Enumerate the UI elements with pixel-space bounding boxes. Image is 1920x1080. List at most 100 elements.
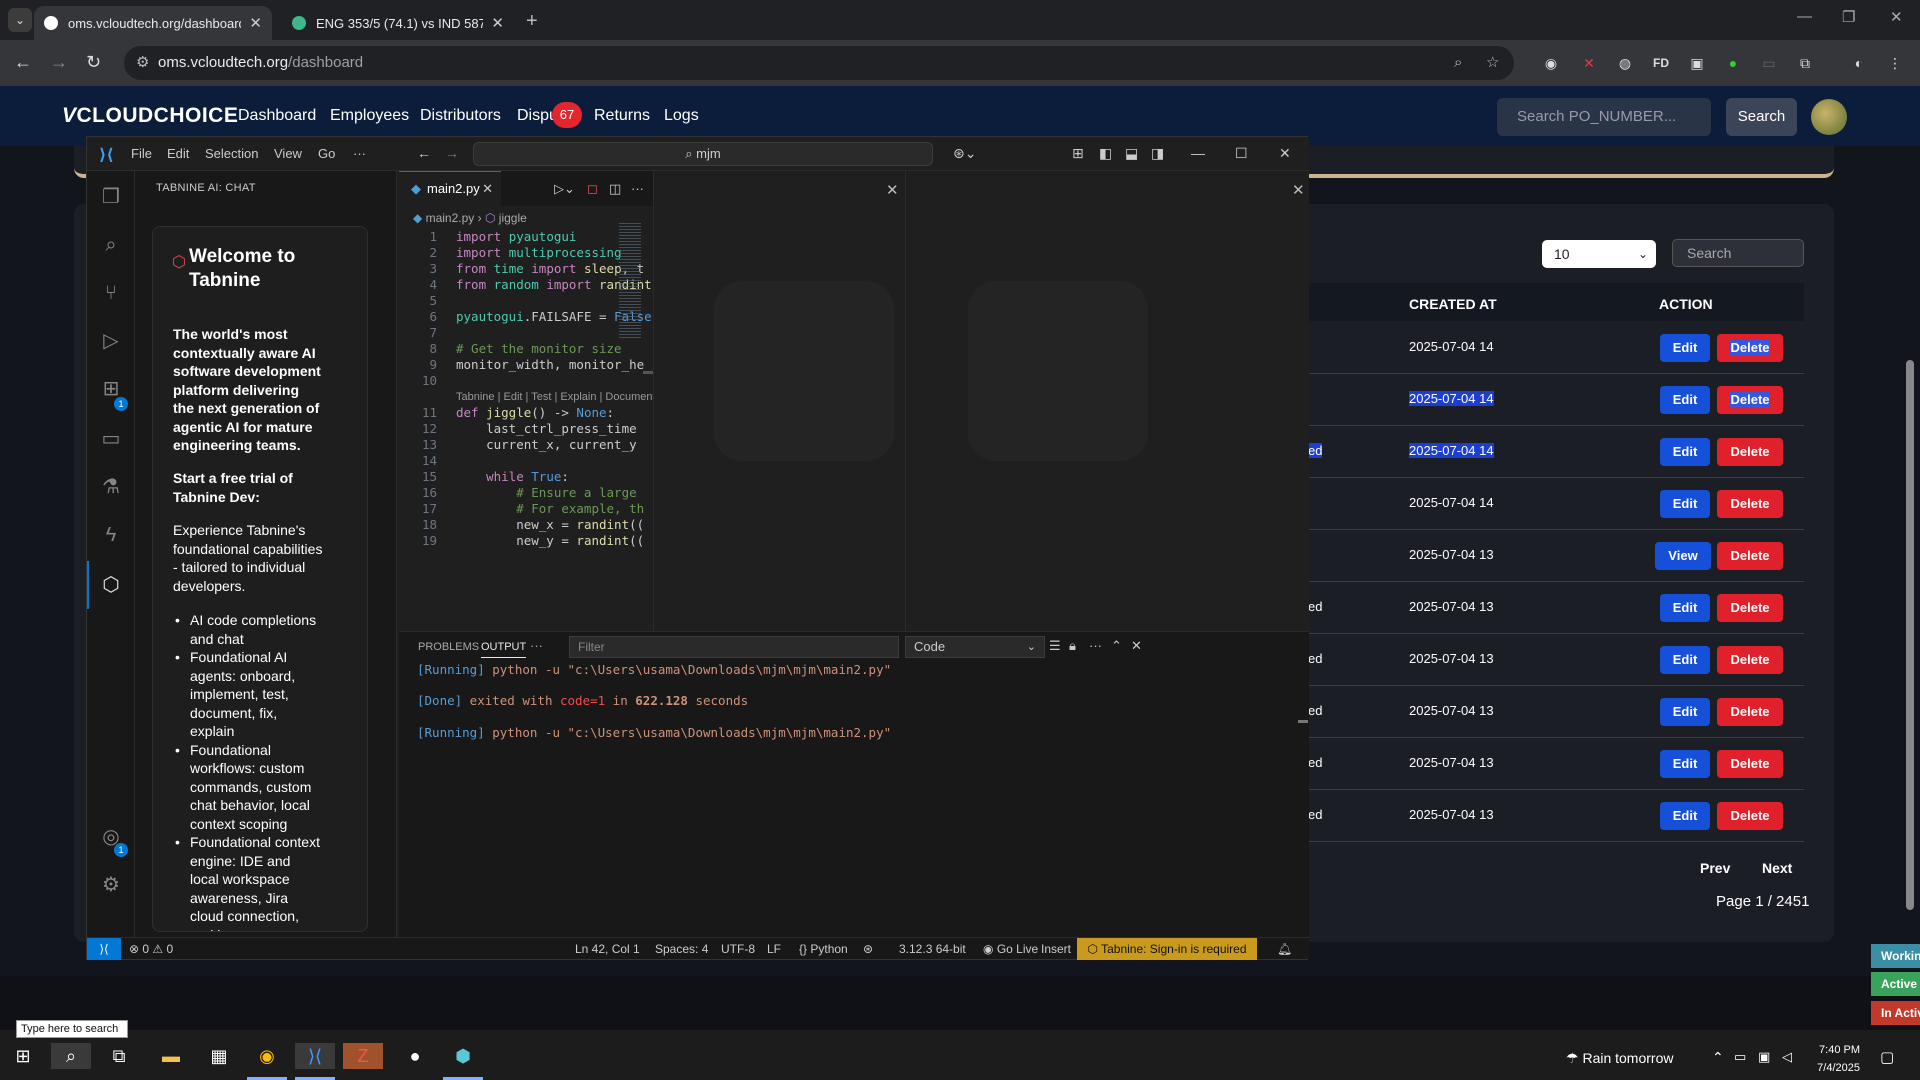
- tabnine-codelens[interactable]: Tabnine | Edit | Test | Explain | Docume…: [456, 391, 653, 403]
- editor-mode[interactable]: Insert: [1041, 942, 1071, 956]
- close-pane-icon[interactable]: ✕: [886, 181, 899, 199]
- vscode-maximize-icon[interactable]: ☐: [1235, 145, 1248, 162]
- extension-shield-icon[interactable]: ●: [1722, 52, 1744, 74]
- breadcrumb-file[interactable]: main2.py: [426, 211, 475, 225]
- delete-button[interactable]: Delete: [1717, 490, 1783, 518]
- browser-tab-cricket[interactable]: ENG 353/5 (74.1) vs IND 587 (Ja ✕: [282, 6, 514, 40]
- more-actions-icon[interactable]: ···: [631, 181, 644, 196]
- remote-indicator-icon[interactable]: ⟩⟨: [87, 938, 121, 960]
- page-scrollbar[interactable]: [1906, 360, 1914, 910]
- new-tab-plus-icon[interactable]: +: [526, 10, 538, 33]
- delete-button[interactable]: Delete: [1717, 802, 1783, 830]
- edit-button[interactable]: Edit: [1660, 698, 1710, 726]
- menu-selection[interactable]: Selection: [205, 146, 258, 161]
- split-editor-icon[interactable]: ◫: [609, 181, 621, 197]
- extension-x-icon[interactable]: ✕: [1578, 52, 1600, 74]
- tab-search-chevron-icon[interactable]: ⌄: [8, 8, 32, 32]
- source-control-icon[interactable]: ⑂: [99, 281, 123, 305]
- nav-forward-icon[interactable]: →: [445, 145, 459, 161]
- extensions-puzzle-icon[interactable]: ⧉: [1794, 52, 1816, 74]
- nav-returns[interactable]: Returns: [594, 107, 650, 125]
- encoding-status[interactable]: UTF-8: [721, 942, 755, 956]
- extension-glasses-icon[interactable]: ◉: [1540, 52, 1562, 74]
- status-badge-inactive[interactable]: In Active: [1871, 1001, 1920, 1025]
- zoom-taskbar-icon[interactable]: Z: [343, 1043, 383, 1069]
- testing-flask-icon[interactable]: ⚗: [99, 475, 123, 499]
- weather-widget[interactable]: ☂ Rain tomorrow: [1566, 1050, 1673, 1067]
- po-search-button[interactable]: Search: [1726, 98, 1797, 136]
- run-debug-icon[interactable]: ▷: [99, 329, 123, 353]
- delete-button[interactable]: Delete: [1717, 334, 1783, 362]
- status-badge-working[interactable]: Working: [1871, 944, 1920, 968]
- panel-actions-icon[interactable]: ···: [1089, 638, 1102, 653]
- edit-button[interactable]: Edit: [1660, 594, 1710, 622]
- menu-view[interactable]: View: [274, 146, 302, 161]
- delete-button[interactable]: Delete: [1717, 386, 1783, 414]
- view-button[interactable]: View: [1655, 542, 1711, 570]
- close-tab-icon[interactable]: ✕: [249, 14, 262, 32]
- cursor-position[interactable]: Ln 42, Col 1: [575, 942, 640, 956]
- minimize-icon[interactable]: —: [1797, 8, 1812, 25]
- volume-icon[interactable]: ◁: [1782, 1049, 1792, 1065]
- task-view-icon[interactable]: ⧉: [106, 1043, 132, 1069]
- clock-date[interactable]: 7/4/2025: [1800, 1062, 1860, 1074]
- tabnine-icon[interactable]: ⬡: [99, 573, 123, 597]
- profile-icon[interactable]: ◐: [1848, 52, 1870, 74]
- editor-scrollbar[interactable]: [643, 371, 653, 374]
- tab-output[interactable]: OUTPUT: [481, 641, 527, 658]
- customize-layout-icon[interactable]: ⊞: [1072, 145, 1084, 162]
- maximize-panel-icon[interactable]: ⌃: [1111, 638, 1122, 654]
- menu-edit[interactable]: Edit: [167, 146, 189, 161]
- tabnine-status[interactable]: ⬡ Tabnine: Sign-in is required: [1077, 938, 1257, 960]
- stop-icon[interactable]: ◻: [587, 181, 598, 197]
- manage-gear-icon[interactable]: ⚙: [99, 873, 123, 897]
- cloudchoice-logo[interactable]: VCLOUDCHOICE: [62, 104, 238, 128]
- run-python-icon[interactable]: ▷⌄: [554, 181, 575, 197]
- edit-button[interactable]: Edit: [1660, 386, 1710, 414]
- extension-box-icon[interactable]: ▭: [1758, 52, 1780, 74]
- tray-chevron-icon[interactable]: ⌃: [1712, 1049, 1724, 1066]
- toggle-panel-icon[interactable]: ⬓: [1125, 145, 1138, 162]
- toggle-secondary-sidebar-icon[interactable]: ◨: [1151, 145, 1164, 162]
- extension-globe-icon[interactable]: ◍: [1614, 52, 1636, 74]
- delete-button[interactable]: Delete: [1717, 750, 1783, 778]
- clear-output-icon[interactable]: ☰: [1049, 638, 1061, 654]
- command-center[interactable]: ⌕ mjm: [473, 142, 933, 166]
- minimap[interactable]: [619, 223, 641, 339]
- edit-button[interactable]: Edit: [1660, 646, 1710, 674]
- restore-icon[interactable]: ❐: [1842, 8, 1855, 26]
- notification-center-icon[interactable]: ▢: [1880, 1048, 1894, 1066]
- close-pane-icon[interactable]: ✕: [1292, 181, 1305, 199]
- eol-status[interactable]: LF: [767, 942, 781, 956]
- nav-logs[interactable]: Logs: [664, 107, 699, 125]
- lock-scroll-icon[interactable]: 🔒︎: [1069, 638, 1076, 654]
- zoom-icon[interactable]: ⌕: [1454, 46, 1462, 80]
- vscode-minimize-icon[interactable]: —: [1191, 145, 1205, 161]
- clock-time[interactable]: 7:40 PM: [1800, 1044, 1860, 1056]
- delete-button[interactable]: Delete: [1717, 698, 1783, 726]
- bookmark-star-icon[interactable]: ☆: [1486, 46, 1499, 80]
- chrome-menu-icon[interactable]: ⋮: [1884, 52, 1906, 74]
- menu-more[interactable]: ···: [353, 146, 366, 161]
- indentation-status[interactable]: Spaces: 4: [655, 942, 708, 956]
- delete-button[interactable]: Delete: [1717, 594, 1783, 622]
- copilot-icon[interactable]: ⊛⌄: [953, 145, 976, 162]
- vscode-taskbar-icon[interactable]: ⟩⟨: [295, 1043, 335, 1069]
- notifications-bell-icon[interactable]: 🔔︎: [1277, 942, 1292, 956]
- search-icon[interactable]: ⌕: [99, 233, 123, 257]
- chrome-taskbar-icon[interactable]: ◉: [254, 1043, 280, 1069]
- delete-button[interactable]: Delete: [1717, 542, 1783, 570]
- user-avatar[interactable]: [1811, 99, 1847, 135]
- reload-icon[interactable]: ↻: [86, 52, 101, 73]
- file-explorer-icon[interactable]: ▬: [158, 1043, 184, 1069]
- problems-status[interactable]: ⊗ 0 ⚠ 0: [129, 942, 173, 956]
- language-mode[interactable]: {} Python: [799, 942, 848, 956]
- address-bar[interactable]: ⚙ oms.vcloudtech.org/dashboard ⌕ ☆: [124, 46, 1514, 80]
- editor-tab-main2[interactable]: ◆ main2.py ✕: [399, 171, 501, 206]
- battery-icon[interactable]: ▭: [1734, 1049, 1746, 1065]
- delete-button[interactable]: Delete: [1717, 438, 1783, 466]
- menu-file[interactable]: File: [131, 146, 152, 161]
- python-interpreter[interactable]: 3.12.3 64-bit: [899, 942, 966, 956]
- close-window-icon[interactable]: ✕: [1890, 8, 1903, 26]
- app-circle-icon[interactable]: ●: [402, 1043, 428, 1069]
